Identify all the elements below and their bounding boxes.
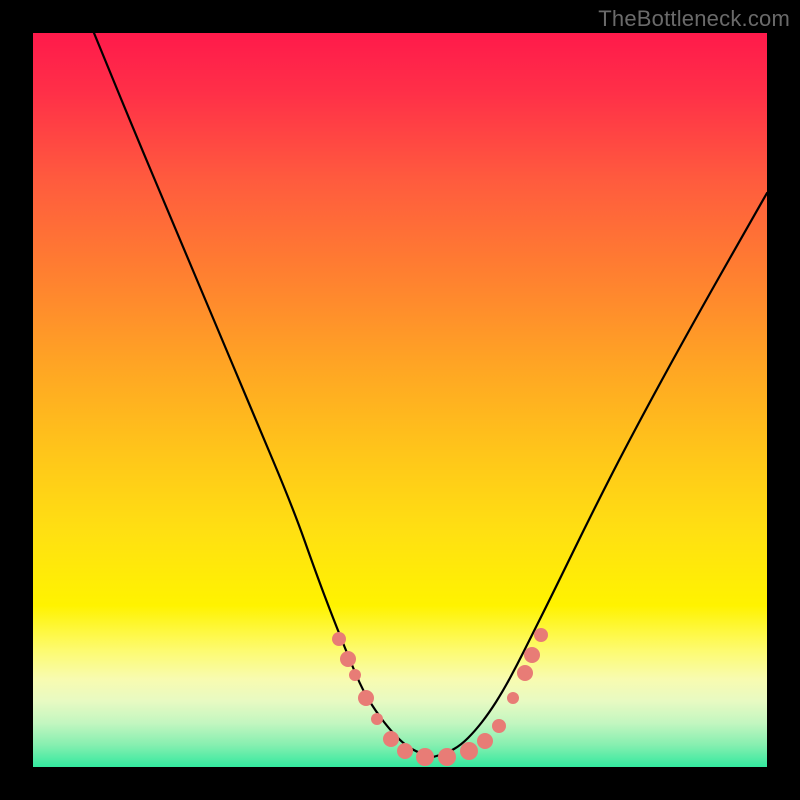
data-marker <box>492 719 506 733</box>
data-marker <box>534 628 548 642</box>
data-marker <box>371 713 383 725</box>
plot-area <box>33 33 767 767</box>
data-marker <box>416 748 434 766</box>
data-marker <box>349 669 361 681</box>
watermark-text: TheBottleneck.com <box>598 6 790 32</box>
right-curve <box>433 193 767 757</box>
data-marker <box>524 647 540 663</box>
data-marker <box>477 733 493 749</box>
data-marker <box>383 731 399 747</box>
data-marker <box>438 748 456 766</box>
data-marker <box>397 743 413 759</box>
data-marker <box>507 692 519 704</box>
marker-layer <box>332 628 548 766</box>
chart-frame: TheBottleneck.com <box>0 0 800 800</box>
data-marker <box>460 742 478 760</box>
data-marker <box>358 690 374 706</box>
data-marker <box>340 651 356 667</box>
left-curve <box>94 33 433 757</box>
data-marker <box>517 665 533 681</box>
chart-svg <box>33 33 767 767</box>
data-marker <box>332 632 346 646</box>
